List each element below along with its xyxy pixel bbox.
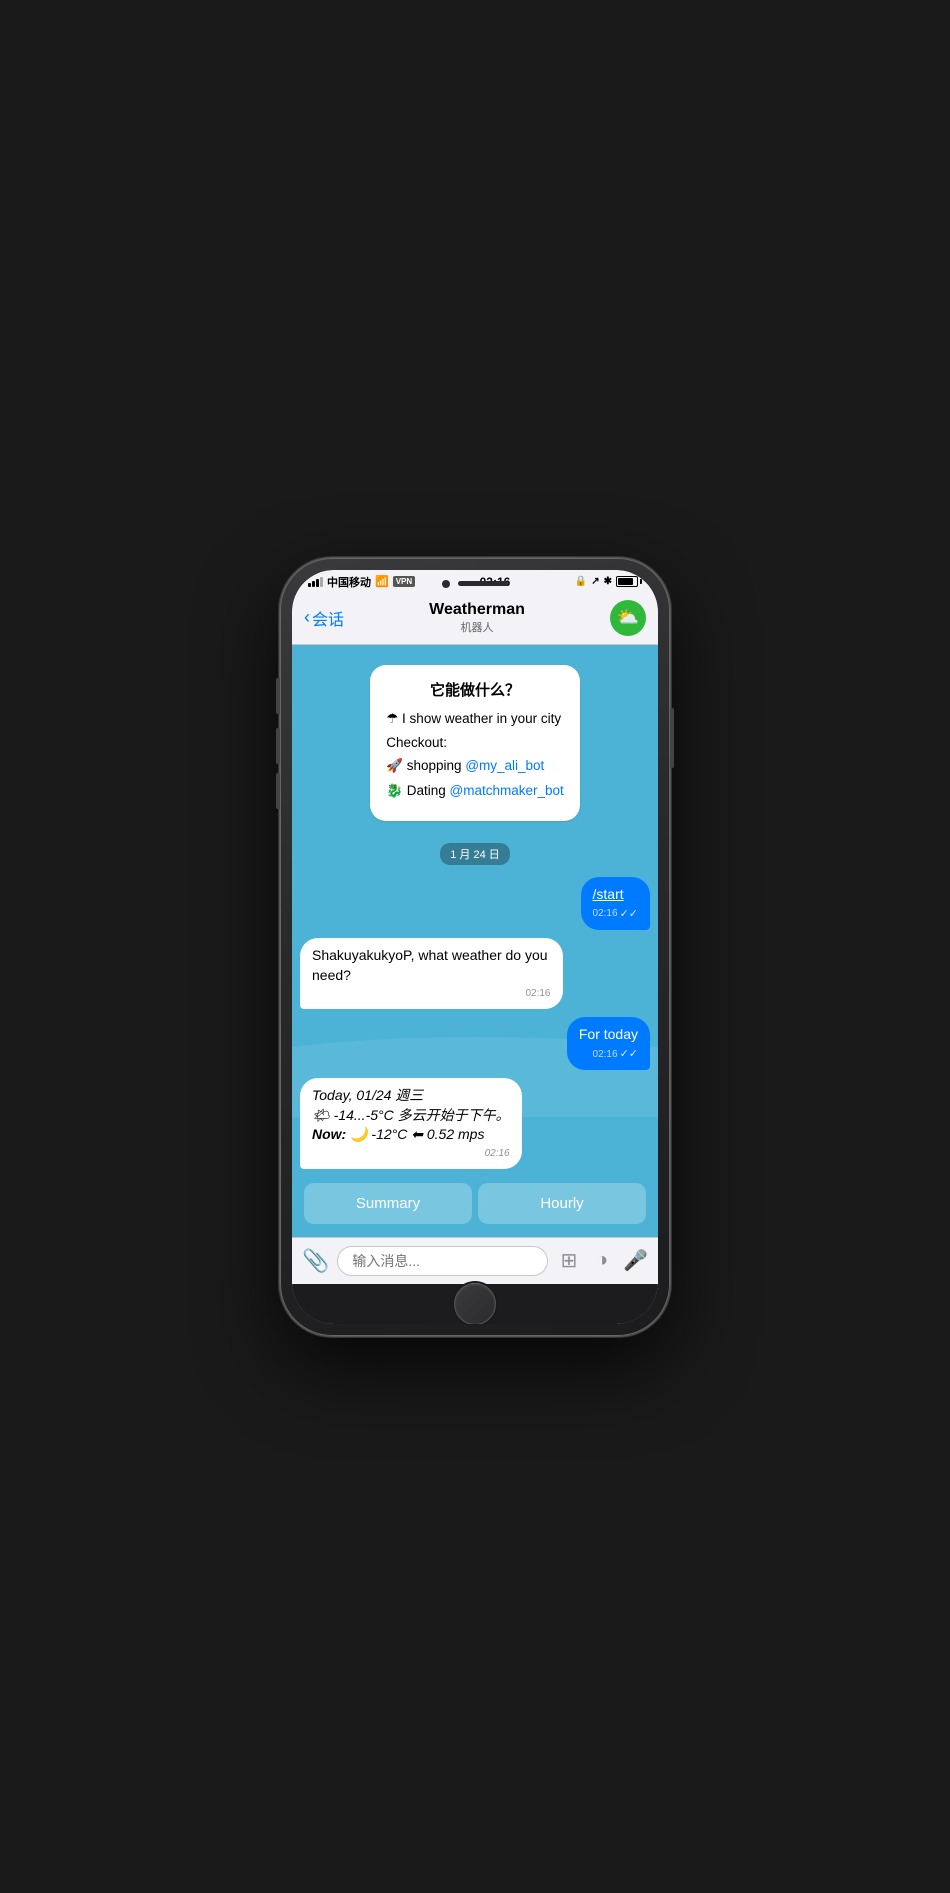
message-time: 02:16 <box>525 987 550 1001</box>
sticker-button[interactable]: ⊞ <box>556 1248 581 1273</box>
status-left: 中国移动 📶 VPN <box>308 574 415 590</box>
dating-link[interactable]: @matchmaker_bot <box>450 783 564 798</box>
dating-line: 🐉 Dating @matchmaker_bot <box>386 782 564 801</box>
checkout-label: Checkout: <box>386 734 564 753</box>
welcome-bubble: 它能做什么？ ☂ I show weather in your city Che… <box>370 665 580 822</box>
mic-button[interactable]: 🎤 <box>623 1248 648 1273</box>
chat-area: 它能做什么？ ☂ I show weather in your city Che… <box>292 645 658 1237</box>
message-text: ShakuyakukyoP, what weather do you need? <box>312 947 548 983</box>
summary-button[interactable]: Summary <box>304 1183 472 1224</box>
weather-line1: Today, 01/24 週三 <box>312 1086 510 1106</box>
back-button[interactable]: ‹ 会话 <box>304 606 344 630</box>
location-icon: ↗ <box>591 576 599 587</box>
signal-bars <box>308 577 323 587</box>
speaker-grille <box>458 581 508 586</box>
chevron-left-icon: ‹ <box>304 607 310 628</box>
sent-bubble: /start 02:16 ✓✓ <box>581 877 650 930</box>
back-label: 会话 <box>312 606 344 630</box>
bot-avatar[interactable]: ⛅ <box>610 600 646 636</box>
bluetooth-icon: ✱ <box>604 576 612 587</box>
message-text: For today <box>579 1026 638 1042</box>
battery-icon <box>616 576 642 587</box>
weather-bubble: Today, 01/24 週三 🌤 -14...-5°C 多云开始于下午。 No… <box>300 1078 522 1169</box>
home-button[interactable] <box>454 1283 496 1324</box>
read-receipts: ✓✓ <box>620 1047 638 1062</box>
nav-center: Weatherman 机器人 <box>429 601 525 635</box>
chat-subtitle: 机器人 <box>429 619 525 635</box>
hourly-button[interactable]: Hourly <box>478 1183 646 1224</box>
camera-area <box>442 580 508 588</box>
quick-replies: Summary Hourly <box>300 1177 650 1230</box>
message-time: 02:16 <box>485 1147 510 1161</box>
welcome-line1: ☂ I show weather in your city <box>386 710 564 729</box>
carrier-label: 中国移动 <box>327 574 371 590</box>
vpn-badge: VPN <box>393 576 415 587</box>
camera-dot <box>442 580 450 588</box>
message-input[interactable] <box>337 1246 548 1276</box>
nav-header: ‹ 会话 Weatherman 机器人 ⛅ <box>292 594 658 645</box>
message-row: /start 02:16 ✓✓ <box>300 877 650 930</box>
sent-bubble: For today 02:16 ✓✓ <box>567 1017 650 1070</box>
shopping-line: 🚀 shopping @my_ali_bot <box>386 757 564 776</box>
message-text: /start <box>593 886 624 902</box>
message-row: Today, 01/24 週三 🌤 -14...-5°C 多云开始于下午。 No… <box>300 1078 650 1169</box>
weather-line3: Now: 🌙 -12°C ⬅ 0.52 mps <box>312 1125 510 1145</box>
input-bar: 📎 ⊞ ◑ 🎤 <box>292 1237 658 1284</box>
avatar-emoji: ⛅ <box>617 607 639 628</box>
wifi-icon: 📶 <box>375 575 389 588</box>
attachment-button[interactable]: 📎 <box>302 1248 329 1274</box>
status-right: 🔒 ↗ ✱ <box>575 576 642 587</box>
message-time: 02:16 <box>593 1048 618 1062</box>
emoji-button[interactable]: ◑ <box>590 1249 615 1272</box>
phone-frame: 中国移动 📶 VPN 02:16 🔒 ↗ ✱ <box>280 558 670 1336</box>
weather-line2: 🌤 -14...-5°C 多云开始于下午。 <box>312 1106 510 1126</box>
shopping-link[interactable]: @my_ali_bot <box>465 758 544 773</box>
home-indicator-area <box>292 1284 658 1324</box>
read-receipts: ✓✓ <box>620 907 638 922</box>
message-row: For today 02:16 ✓✓ <box>300 1017 650 1070</box>
lock-icon: 🔒 <box>575 576 587 587</box>
message-row: ShakuyakukyoP, what weather do you need?… <box>300 938 650 1009</box>
received-bubble: ShakuyakukyoP, what weather do you need?… <box>300 938 563 1009</box>
welcome-title: 它能做什么？ <box>386 679 564 700</box>
message-time: 02:16 <box>593 907 618 921</box>
date-stamp: 1 月 24 日 <box>440 843 510 865</box>
chat-title: Weatherman <box>429 601 525 619</box>
